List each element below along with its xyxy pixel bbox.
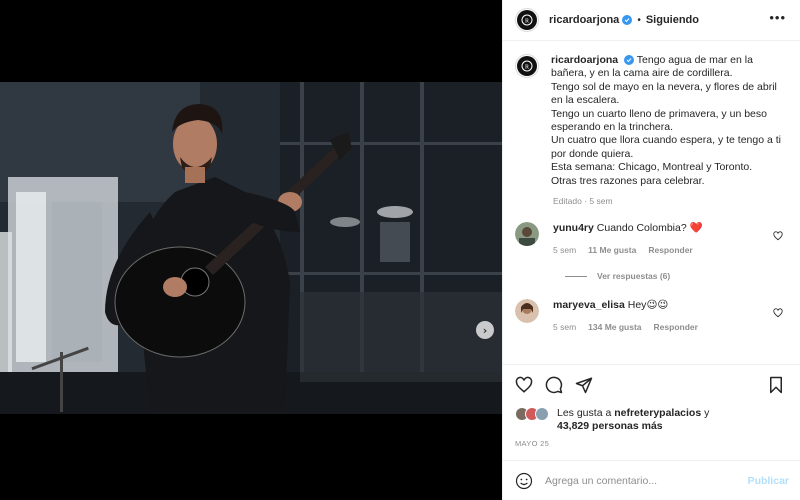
comment-item: maryeva_elisa Hey😉😉 5 sem 134 Me gusta R…: [515, 299, 789, 334]
more-options-icon[interactable]: •••: [769, 11, 786, 24]
emoji-icon[interactable]: [515, 472, 533, 490]
post-side-panel: R ricardoarjona • Siguiendo ••• R ricard…: [502, 0, 800, 500]
caption-username[interactable]: ricardoarjona: [551, 54, 618, 66]
caption-meta: Editado · 5 sem: [553, 196, 613, 207]
next-arrow-icon: ›: [482, 323, 488, 337]
verified-badge-icon: [622, 15, 633, 25]
post-photo[interactable]: ›: [0, 82, 502, 414]
liker-avatar[interactable]: [535, 407, 549, 421]
caption-author-avatar[interactable]: R: [515, 54, 539, 78]
commenter-username[interactable]: yunu4ry: [553, 222, 594, 234]
likes-text: Les gusta a nefreterypalacios y 43,829 p…: [557, 407, 709, 433]
publish-button[interactable]: Publicar: [748, 475, 789, 487]
header-separator: •: [637, 14, 641, 26]
likes-count[interactable]: 43,829 personas más: [557, 420, 663, 432]
reply-button[interactable]: Responder: [654, 321, 698, 334]
caption-line: Tengo un cuarto lleno de primavera, y un…: [551, 107, 767, 134]
bookmark-icon[interactable]: [767, 376, 785, 394]
share-icon[interactable]: [575, 376, 593, 394]
caption-line: Tengo sol de mayo en la nevera, y flores…: [551, 80, 777, 107]
heart-icon[interactable]: [515, 376, 533, 394]
comment-likes[interactable]: 11 Me gusta: [588, 244, 636, 257]
reply-button[interactable]: Responder: [648, 244, 692, 257]
comment-icon[interactable]: [545, 376, 563, 394]
comment-text: Cuando Colombia?: [596, 222, 687, 235]
view-replies-label: Ver respuestas (6): [597, 271, 671, 282]
liker-username[interactable]: nefreterypalacios: [614, 407, 701, 419]
action-bar: [515, 365, 789, 405]
view-replies-button[interactable]: Ver respuestas (6): [565, 271, 789, 281]
caption-line: Esta semana: Chicago, Montreal y Toronto…: [551, 161, 753, 174]
replies-divider: [565, 275, 587, 277]
likes-prefix: Les gusta a: [557, 407, 612, 419]
comment-text: Hey: [627, 299, 647, 312]
commenter-username[interactable]: maryeva_elisa: [553, 299, 625, 311]
post-header: R ricardoarjona • Siguiendo •••: [503, 0, 800, 41]
commenter-avatar[interactable]: [515, 222, 539, 247]
svg-text:R: R: [525, 65, 529, 71]
author-avatar[interactable]: R: [515, 8, 539, 32]
comment-time[interactable]: 5 sem: [553, 244, 576, 257]
caption-text: ricardoarjona Tengo agua de mar en la ba…: [551, 54, 783, 188]
wink-emoji: 😉😉: [646, 299, 669, 312]
post-date[interactable]: MAYO 25: [515, 439, 789, 448]
svg-text:R: R: [525, 19, 529, 25]
verified-badge-icon: [624, 55, 635, 66]
add-comment-bar: Publicar: [503, 460, 800, 500]
likes-summary: Les gusta a nefreterypalacios y 43,829 p…: [515, 407, 789, 433]
comments-area: R ricardoarjona Tengo agua de mar en la …: [503, 42, 800, 364]
comment-item: yunu4ry Cuando Colombia? ❤️ 5 sem 11 Me …: [515, 222, 789, 257]
next-slide-button[interactable]: ›: [476, 321, 494, 339]
heart-emoji: ❤️: [689, 222, 703, 235]
post-actions-area: Les gusta a nefreterypalacios y 43,829 p…: [503, 364, 800, 460]
comment-input[interactable]: [545, 474, 735, 487]
liker-avatars: [515, 407, 555, 423]
comment-time[interactable]: 5 sem: [553, 321, 576, 334]
likes-conjunction: y: [704, 407, 710, 419]
caption-line: Otras tres razones para celebrar.: [551, 174, 705, 187]
comment-likes[interactable]: 134 Me gusta: [588, 321, 641, 334]
caption-line: Un cuatro que llora cuando espera, y te …: [551, 134, 781, 160]
like-comment-heart-icon[interactable]: [773, 305, 783, 323]
caption: R ricardoarjona Tengo agua de mar en la …: [515, 54, 789, 188]
commenter-avatar[interactable]: [515, 299, 539, 324]
author-username[interactable]: ricardoarjona: [549, 14, 619, 26]
following-button[interactable]: Siguiendo: [646, 14, 699, 26]
like-comment-heart-icon[interactable]: [773, 228, 783, 246]
media-pane: ›: [0, 0, 502, 500]
